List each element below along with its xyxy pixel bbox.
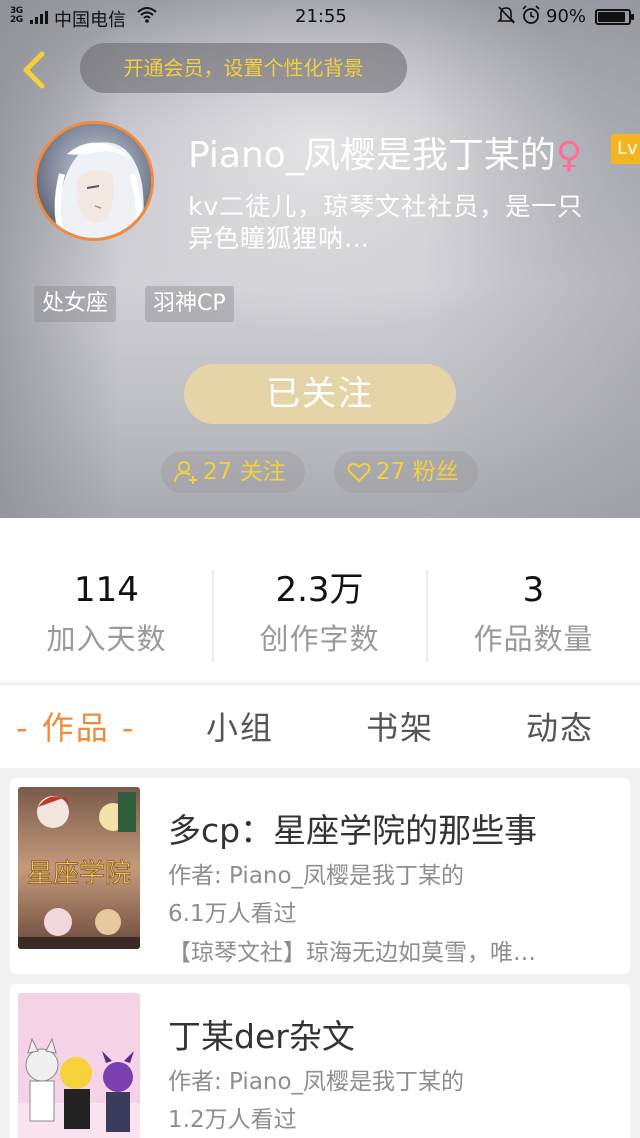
work-author[interactable]: 作者: Piano_凤樱是我丁某的 [168, 1062, 464, 1096]
battery-level-fill [598, 12, 625, 22]
tab-bookshelf[interactable]: 书架 [366, 703, 434, 749]
stat-label: 作品数量 [473, 622, 594, 656]
stat-value: 3 [522, 570, 545, 610]
user-bio: kv二徒儿，琼琴文社社员，是一只 异色瞳狐狸呐… [188, 191, 638, 255]
bio-line: kv二徒儿，琼琴文社社员，是一只 [188, 192, 584, 221]
status-bar: 3G 2G 中国电信 21:55 90% [0, 0, 640, 34]
stat-value: 2.3万 [275, 570, 364, 610]
work-cover-image: 星座学院 [18, 787, 140, 949]
female-gender-icon: ♀ [555, 135, 583, 176]
tab-groups[interactable]: 小组 [206, 703, 274, 749]
battery-icon [595, 9, 634, 25]
battery-percent: 90% [546, 6, 587, 27]
bio-line: 异色瞳狐狸呐… [188, 224, 371, 253]
stat-value: 114 [74, 570, 139, 610]
work-description: 【琼琴文社】琼海无边如莫雪，唯… [168, 940, 536, 966]
work-views: 1.2万人看过 [168, 1107, 297, 1133]
tag-zodiac[interactable]: 处女座 [34, 286, 117, 322]
following-count: 27 关注 [203, 459, 286, 485]
vip-banner-button[interactable]: 开通会员，设置个性化背景 [80, 43, 407, 93]
tag-cp[interactable]: 羽神CP [145, 286, 234, 322]
wifi-icon [136, 4, 158, 31]
signal-bars-icon [30, 8, 48, 24]
tab-works[interactable]: - 作品 - [16, 703, 135, 749]
level-badge[interactable]: Lv [611, 134, 640, 164]
alarm-icon [520, 4, 542, 31]
tab-activity[interactable]: 动态 [526, 703, 594, 749]
stat-label: 创作字数 [259, 622, 380, 656]
avatar[interactable] [34, 121, 154, 241]
heart-icon [347, 462, 371, 483]
followed-button[interactable]: 已关注 [184, 364, 456, 424]
stats-panel: 114 加入天数 2.3万 创作字数 3 作品数量 [0, 518, 640, 682]
carrier-name: 中国电信 [54, 10, 126, 31]
fans-count: 27 粉丝 [376, 459, 459, 485]
username-text: Piano_凤樱是我丁某的 [188, 135, 556, 176]
work-cover-image [18, 993, 140, 1138]
mute-icon [496, 4, 516, 31]
chevron-left-icon [23, 51, 45, 89]
user-add-icon [174, 461, 197, 484]
stat-label: 加入天数 [46, 622, 167, 656]
stat-words-written: 2.3万 创作字数 [213, 570, 426, 658]
back-button[interactable] [16, 46, 56, 94]
network-type-indicator: 3G 2G [10, 6, 23, 25]
work-author[interactable]: 作者: Piano_凤樱是我丁某的 [168, 856, 464, 890]
avatar-image [37, 124, 151, 238]
work-title[interactable]: 丁某der杂文 [168, 1010, 355, 1058]
work-card[interactable]: 星座学院 多cp：星座学院的那些事 作者: Piano_凤樱是我丁某的 6.1万… [10, 778, 630, 974]
following-count-button[interactable]: 27 关注 [161, 451, 305, 493]
fans-count-button[interactable]: 27 粉丝 [334, 451, 478, 493]
profile-tabs: - 作品 - 小组 书架 动态 [0, 684, 640, 768]
work-title[interactable]: 多cp：星座学院的那些事 [168, 804, 537, 852]
work-card[interactable]: 丁某der杂文 作者: Piano_凤樱是我丁某的 1.2万人看过 [10, 984, 630, 1138]
work-views: 6.1万人看过 [168, 901, 297, 927]
clock: 21:55 [295, 6, 347, 27]
stat-days-joined: 114 加入天数 [0, 570, 213, 658]
stat-works-count: 3 作品数量 [427, 570, 640, 658]
username: Piano_凤樱是我丁某的♀ [188, 126, 582, 178]
profile-header: 3G 2G 中国电信 21:55 90% 开通会员，设置个性化背景 Piano_… [0, 0, 640, 518]
cover-title-logo: 星座学院 [27, 859, 131, 889]
